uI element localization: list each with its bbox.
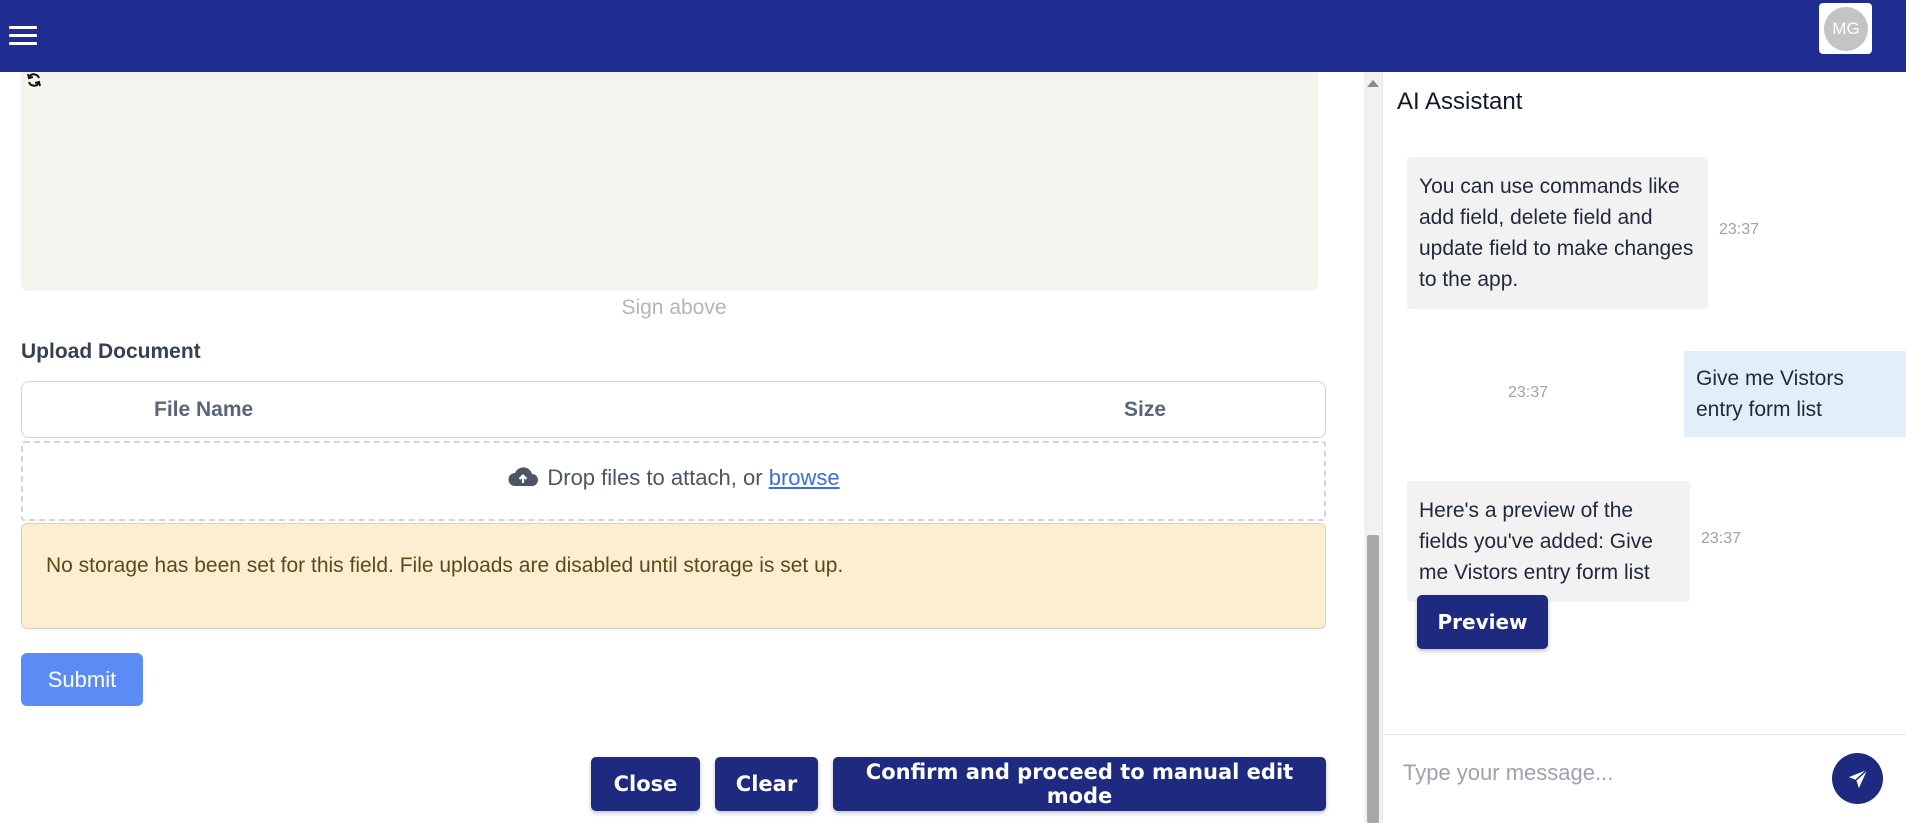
scroll-up-arrow[interactable] <box>1367 80 1379 87</box>
preview-button[interactable]: Preview <box>1417 595 1548 649</box>
form-area: Sign above Upload Document File Name Siz… <box>0 72 1364 823</box>
column-size: Size <box>1124 398 1167 421</box>
storage-warning: No storage has been set for this field. … <box>21 523 1326 629</box>
refresh-icon[interactable] <box>26 72 42 88</box>
assistant-title: AI Assistant <box>1397 88 1523 115</box>
assistant-message: Here's a preview of the fields you've ad… <box>1407 481 1690 602</box>
message-input[interactable] <box>1403 753 1803 793</box>
signature-pad[interactable] <box>21 72 1318 291</box>
form-scrollbar[interactable] <box>1364 72 1382 823</box>
ai-assistant-panel: AI Assistant You can use commands like a… <box>1382 72 1906 823</box>
menu-icon[interactable] <box>9 26 37 46</box>
close-button[interactable]: Close <box>591 757 700 811</box>
confirm-manual-edit-button[interactable]: Confirm and proceed to manual edit mode <box>833 757 1326 811</box>
upload-document-label: Upload Document <box>21 340 201 363</box>
avatar: MG <box>1824 7 1868 51</box>
submit-button[interactable]: Submit <box>21 653 143 706</box>
cloud-upload-icon <box>508 467 539 486</box>
send-icon <box>1848 768 1868 788</box>
scroll-thumb[interactable] <box>1367 535 1379 823</box>
message-composer <box>1383 734 1906 823</box>
top-bar: MG <box>0 0 1906 72</box>
dropzone-text: Drop files to attach, or <box>547 465 763 490</box>
user-message: Give me Vistors entry form list <box>1684 351 1906 437</box>
column-file-name: File Name <box>154 398 254 421</box>
message-time: 23:37 <box>1719 221 1760 238</box>
browse-link[interactable]: browse <box>769 465 840 490</box>
storage-warning-text: No storage has been set for this field. … <box>46 554 844 577</box>
sign-hint: Sign above <box>621 296 727 319</box>
avatar-button[interactable]: MG <box>1819 3 1872 54</box>
message-time: 23:37 <box>1701 530 1742 547</box>
file-dropzone[interactable]: Drop files to attach, or browse <box>21 441 1326 521</box>
file-table-header: File Name Size <box>21 381 1326 438</box>
message-time: 23:37 <box>1508 384 1549 401</box>
send-button[interactable] <box>1832 753 1883 804</box>
clear-button[interactable]: Clear <box>715 757 818 811</box>
assistant-message: You can use commands like add field, del… <box>1407 157 1708 309</box>
